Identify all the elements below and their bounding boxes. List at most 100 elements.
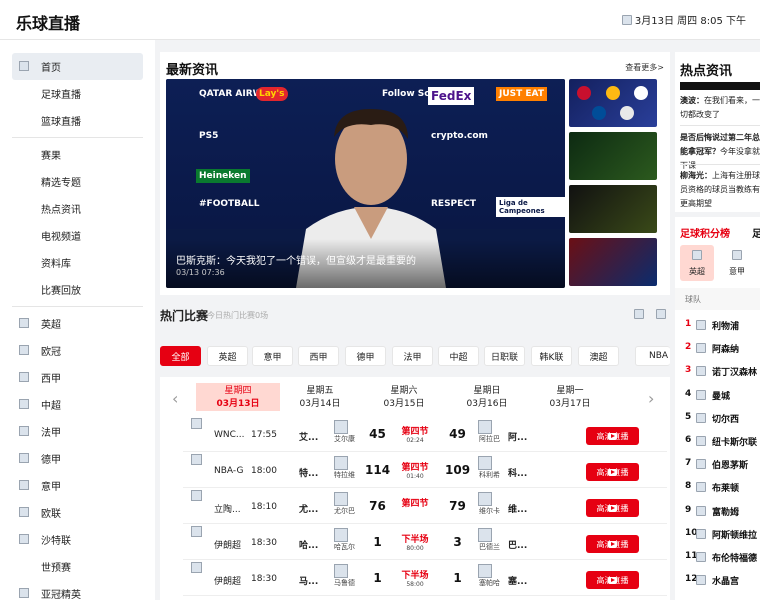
standings-row[interactable]: 12 水晶宫	[675, 569, 760, 592]
filter-chip[interactable]: 西甲	[298, 346, 339, 366]
match-row[interactable]: WNC... 17:55 艾... 艾尔康 45 第四节02:24 49 阿拉巴阿... 高清直…	[183, 418, 667, 452]
chevron-left-icon[interactable]: ‹	[172, 389, 178, 408]
uel-icon	[19, 507, 29, 517]
hd-live-button[interactable]: 高清直播	[586, 427, 639, 445]
team-name: 曼城	[712, 391, 731, 402]
away-logo-text: 阿拉巴	[479, 435, 500, 443]
datetime-text: 3月13日 周四 8:05 下午	[634, 16, 746, 27]
sidebar-item-replays[interactable]: 比赛回放	[12, 276, 143, 303]
day-tab[interactable]: 星期六 03月15日	[362, 383, 446, 411]
match-status: 第四节	[401, 463, 429, 473]
sidebar-item-league[interactable]: 法甲	[12, 418, 143, 445]
sidebar-item-league[interactable]: 亚冠精英	[12, 580, 143, 600]
hot-news-item[interactable]: 柳海光：上海有注册球员资格的球员当教练有更高期望	[680, 169, 760, 211]
filter-chip[interactable]: 德甲	[345, 346, 386, 366]
hd-live-button[interactable]: 高清直播	[586, 499, 639, 517]
filter-chip[interactable]: 韩K联	[531, 346, 572, 366]
sidebar-item-league[interactable]: 欧联	[12, 499, 143, 526]
sidebar-item-home[interactable]: 首页	[12, 53, 143, 80]
away-score: 49	[449, 427, 466, 441]
match-row[interactable]: 伊朗超 18:30 哈... 哈瓦尔 1 下半场80:00 3 巴德兰巴... 高清直播	[183, 526, 667, 560]
tab-premier-league[interactable]: 英超	[680, 245, 714, 281]
team-logo-icon	[696, 505, 706, 516]
standings-row[interactable]: 6 纽卡斯尔联	[675, 430, 760, 453]
hot-news-item[interactable]: 是否后悔说过第二年总能拿冠军？今年没拿就下课	[680, 131, 760, 173]
match-row[interactable]: 立陶... 18:10 尤... 尤尔巴 76 第四节 79 维尔卡维... 高清直播	[183, 490, 667, 524]
standings-row[interactable]: 3 诺丁汉森林	[675, 360, 760, 383]
sidebar-item-featured[interactable]: 精选专题	[12, 168, 143, 195]
hd-live-button[interactable]: 高清直播	[586, 535, 639, 553]
site-logo[interactable]: 乐球直播	[16, 10, 80, 34]
sidebar-item-label: 欧联	[41, 509, 61, 520]
news-thumbnail[interactable]	[569, 238, 657, 286]
standings-row[interactable]: 9 富勒姆	[675, 500, 760, 523]
match-clock: 80:00	[406, 545, 424, 552]
grid-view-icon[interactable]	[634, 309, 644, 319]
filter-chip[interactable]: 法甲	[392, 346, 433, 366]
standings-row[interactable]: 4 曼城	[675, 384, 760, 407]
standings-row[interactable]: 1 利物浦	[675, 314, 760, 337]
team-name: 布伦特福德	[712, 554, 758, 564]
filter-chip[interactable]: 中超	[438, 346, 479, 366]
home-score: 1	[373, 571, 382, 585]
standings-row[interactable]: 8 布莱顿	[675, 476, 760, 499]
standings-row[interactable]: 7 伯恩茅斯	[675, 453, 760, 476]
filter-chip[interactable]: 日职联	[484, 346, 525, 366]
team-logo-icon	[696, 482, 706, 493]
view-more-link[interactable]: 查看更多>	[625, 62, 664, 73]
day-tab[interactable]: 星期一 03月17日	[528, 383, 612, 411]
news-thumbnail[interactable]	[569, 185, 657, 233]
home-score: 114	[365, 463, 391, 477]
list-view-icon[interactable]	[656, 309, 666, 319]
match-row[interactable]: NBA-G 18:00 特... 特拉维 114 第四节01:40 109 科利希科... 高清…	[183, 454, 667, 488]
sidebar-item-label: 精选专题	[41, 178, 81, 189]
filter-chip[interactable]: 意甲	[252, 346, 293, 366]
sidebar-item-basketball-live[interactable]: 篮球直播	[12, 107, 143, 134]
sidebar-item-league[interactable]: 德甲	[12, 445, 143, 472]
away-score: 3	[453, 535, 462, 549]
filter-chip[interactable]: 全部	[160, 346, 201, 366]
standings-tab[interactable]: 足	[752, 225, 760, 240]
news-thumbnail[interactable]	[569, 132, 657, 180]
day-date: 03月16日	[466, 399, 508, 409]
tab-serie-a[interactable]: 意甲	[720, 245, 754, 281]
away-logo-text: 塞帕哈	[479, 579, 500, 587]
sidebar-item-hot-news[interactable]: 热点资讯	[12, 195, 143, 222]
away-team: 塞...	[508, 577, 528, 587]
sidebar-item-database[interactable]: 资料库	[12, 249, 143, 276]
sidebar-item-league[interactable]: 中超	[12, 391, 143, 418]
sidebar-item-league[interactable]: 西甲	[12, 364, 143, 391]
chevron-right-icon[interactable]: ›	[648, 389, 654, 408]
filter-chip[interactable]: 英超	[207, 346, 248, 366]
sidebar-item-league[interactable]: 沙特联	[12, 526, 143, 553]
sidebar-item-league[interactable]: 英超	[12, 310, 143, 337]
hd-live-button[interactable]: 高清直播	[586, 463, 639, 481]
sidebar-item-tv[interactable]: 电视频道	[12, 222, 143, 249]
news-thumbnail[interactable]	[569, 79, 657, 127]
top-bar: 乐球直播 3月13日 周四 8:05 下午	[0, 0, 760, 40]
team-logo-icon	[696, 412, 706, 423]
standings-row[interactable]: 2 阿森纳	[675, 337, 760, 360]
day-tab[interactable]: 星期五 03月14日	[278, 383, 362, 411]
seriea-icon	[732, 250, 742, 260]
hot-news-item[interactable]: 澳波：在我们看来，一切都改变了	[680, 94, 760, 122]
standings-title[interactable]: 足球积分榜	[680, 225, 730, 240]
team-logo-icon	[696, 366, 706, 377]
sidebar-item-league[interactable]: 意甲	[12, 472, 143, 499]
sidebar-item-football-live[interactable]: 足球直播	[12, 80, 143, 107]
sidebar-item-league[interactable]: 欧冠	[12, 337, 143, 364]
hd-live-button[interactable]: 高清直播	[586, 571, 639, 589]
sponsor-logo: Lay's	[256, 87, 288, 101]
match-row[interactable]: 伊朗超 18:30 马... 马鲁德 1 下半场58:00 1 塞帕哈塞... 高清直播	[183, 562, 667, 596]
sidebar-item-results[interactable]: 赛果	[12, 141, 143, 168]
standings-row[interactable]: 5 切尔西	[675, 407, 760, 430]
day-tab[interactable]: 星期日 03月16日	[445, 383, 529, 411]
match-clock: 58:00	[406, 581, 424, 588]
sidebar-item-league[interactable]: 世预赛	[12, 553, 143, 580]
filter-chip[interactable]: NBA	[635, 346, 670, 366]
standings-row[interactable]: 11 布伦特福德	[675, 546, 760, 569]
day-tab[interactable]: 星期四 03月13日	[196, 383, 280, 411]
hero-news-image[interactable]: QATAR AIRWAYS Lay's Follow Scores FedEx …	[166, 79, 565, 288]
standings-row[interactable]: 10 阿斯顿维拉	[675, 523, 760, 546]
filter-chip[interactable]: 澳超	[578, 346, 619, 366]
